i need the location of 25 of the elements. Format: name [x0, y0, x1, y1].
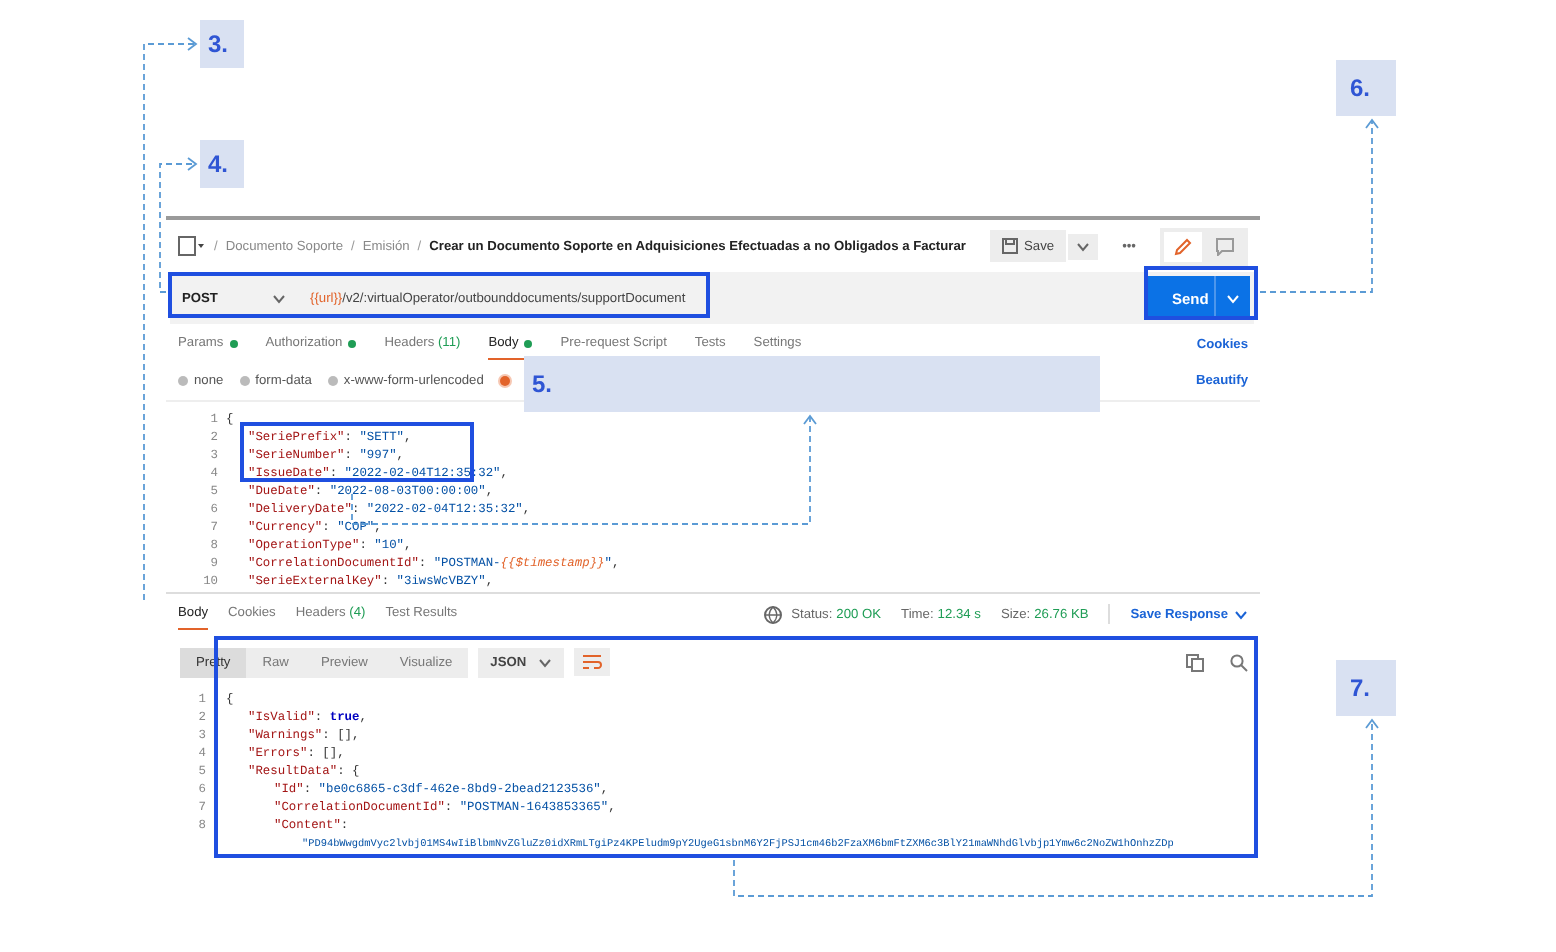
chevron-icon	[1226, 293, 1240, 303]
wrap-lines-button[interactable]	[574, 648, 611, 676]
radio-button[interactable]	[499, 375, 510, 385]
search-icon[interactable]	[1230, 653, 1248, 671]
step-callout: 3.	[200, 20, 244, 68]
step-callout: 7.	[1336, 660, 1396, 716]
radio-button[interactable]	[239, 375, 250, 385]
document-icon[interactable]	[178, 236, 206, 256]
step-callout: 4.	[200, 140, 244, 188]
chevron-icon	[538, 657, 553, 667]
globe-icon	[763, 605, 782, 623]
radio-button[interactable]	[327, 375, 338, 385]
pencil-icon	[1174, 237, 1192, 255]
step-callout: 5.	[524, 356, 1100, 412]
chevron-icon	[1076, 241, 1091, 251]
step-callout: 6.	[1336, 60, 1396, 116]
chevron-icon	[1234, 609, 1248, 619]
wrap-icon	[582, 654, 603, 670]
save-options-button[interactable]	[1068, 233, 1099, 259]
highlight-frame	[1144, 266, 1258, 320]
edit-mode-button[interactable]	[1164, 231, 1202, 261]
copy-icon[interactable]	[1186, 653, 1204, 671]
radio-button[interactable]	[178, 375, 188, 385]
comment-icon	[1216, 237, 1234, 255]
chevron-icon	[272, 293, 286, 303]
